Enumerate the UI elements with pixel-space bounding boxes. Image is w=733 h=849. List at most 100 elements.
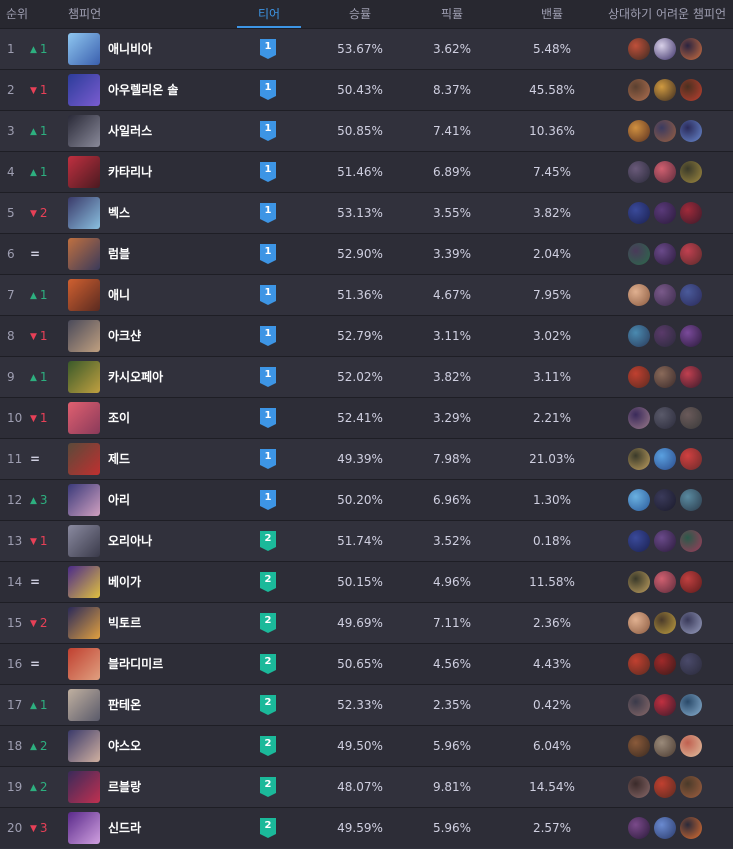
champion-portrait[interactable] xyxy=(68,402,100,434)
counter-champion-icon[interactable] xyxy=(680,571,702,593)
champion-name[interactable]: 빅토르 xyxy=(108,603,141,643)
counter-champion-icon[interactable] xyxy=(680,79,702,101)
champion-portrait[interactable] xyxy=(68,484,100,516)
header-champion[interactable]: 챔피언 xyxy=(68,0,101,28)
champion-portrait[interactable] xyxy=(68,566,100,598)
champion-portrait[interactable] xyxy=(68,648,100,680)
counter-champion-icon[interactable] xyxy=(628,366,650,388)
table-row[interactable]: 20 ▼ 3 신드라 2 49.59% 5.96% 2.57% xyxy=(0,807,733,848)
champion-name[interactable]: 아우렐리온 솔 xyxy=(108,70,178,110)
counter-champion-icon[interactable] xyxy=(680,366,702,388)
counter-champion-icon[interactable] xyxy=(680,243,702,265)
counter-champion-icon[interactable] xyxy=(628,243,650,265)
counter-champion-icon[interactable] xyxy=(680,407,702,429)
counter-champion-icon[interactable] xyxy=(680,325,702,347)
header-win-rate[interactable]: 승률 xyxy=(330,0,390,28)
champion-name[interactable]: 벡스 xyxy=(108,193,130,233)
champion-portrait[interactable] xyxy=(68,812,100,844)
champion-portrait[interactable] xyxy=(68,33,100,65)
champion-name[interactable]: 카시오페아 xyxy=(108,357,163,397)
counter-champion-icon[interactable] xyxy=(654,448,676,470)
counter-champion-icon[interactable] xyxy=(680,284,702,306)
counter-champion-icon[interactable] xyxy=(654,612,676,634)
counter-champion-icon[interactable] xyxy=(628,284,650,306)
table-row[interactable]: 6 = 럼블 1 52.90% 3.39% 2.04% xyxy=(0,233,733,274)
counter-champion-icon[interactable] xyxy=(654,530,676,552)
counter-champion-icon[interactable] xyxy=(628,530,650,552)
champion-name[interactable]: 판테온 xyxy=(108,685,141,725)
counter-champion-icon[interactable] xyxy=(628,448,650,470)
counter-champion-icon[interactable] xyxy=(628,817,650,839)
counter-champion-icon[interactable] xyxy=(654,120,676,142)
counter-champion-icon[interactable] xyxy=(628,161,650,183)
champion-name[interactable]: 아크샨 xyxy=(108,316,141,356)
counter-champion-icon[interactable] xyxy=(628,202,650,224)
table-row[interactable]: 9 ▲ 1 카시오페아 1 52.02% 3.82% 3.11% xyxy=(0,356,733,397)
counter-champion-icon[interactable] xyxy=(680,489,702,511)
counter-champion-icon[interactable] xyxy=(680,161,702,183)
champion-name[interactable]: 오리아나 xyxy=(108,521,152,561)
champion-portrait[interactable] xyxy=(68,361,100,393)
counter-champion-icon[interactable] xyxy=(628,38,650,60)
champion-name[interactable]: 조이 xyxy=(108,398,130,438)
champion-portrait[interactable] xyxy=(68,279,100,311)
champion-portrait[interactable] xyxy=(68,443,100,475)
table-row[interactable]: 15 ▼ 2 빅토르 2 49.69% 7.11% 2.36% xyxy=(0,602,733,643)
champion-portrait[interactable] xyxy=(68,525,100,557)
table-row[interactable]: 10 ▼ 1 조이 1 52.41% 3.29% 2.21% xyxy=(0,397,733,438)
counter-champion-icon[interactable] xyxy=(680,776,702,798)
table-row[interactable]: 3 ▲ 1 사일러스 1 50.85% 7.41% 10.36% xyxy=(0,110,733,151)
champion-portrait[interactable] xyxy=(68,238,100,270)
champion-name[interactable]: 아리 xyxy=(108,480,130,520)
champion-name[interactable]: 카타리나 xyxy=(108,152,152,192)
counter-champion-icon[interactable] xyxy=(628,776,650,798)
counter-champion-icon[interactable] xyxy=(654,202,676,224)
counter-champion-icon[interactable] xyxy=(654,284,676,306)
champion-portrait[interactable] xyxy=(68,197,100,229)
counter-champion-icon[interactable] xyxy=(680,694,702,716)
table-row[interactable]: 13 ▼ 1 오리아나 2 51.74% 3.52% 0.18% xyxy=(0,520,733,561)
counter-champion-icon[interactable] xyxy=(654,653,676,675)
header-tier[interactable]: 티어 xyxy=(237,0,301,28)
counter-champion-icon[interactable] xyxy=(628,79,650,101)
counter-champion-icon[interactable] xyxy=(628,325,650,347)
counter-champion-icon[interactable] xyxy=(654,776,676,798)
counter-champion-icon[interactable] xyxy=(628,612,650,634)
champion-portrait[interactable] xyxy=(68,607,100,639)
counter-champion-icon[interactable] xyxy=(654,325,676,347)
counter-champion-icon[interactable] xyxy=(654,694,676,716)
counter-champion-icon[interactable] xyxy=(654,735,676,757)
counter-champion-icon[interactable] xyxy=(628,735,650,757)
counter-champion-icon[interactable] xyxy=(628,653,650,675)
counter-champion-icon[interactable] xyxy=(680,735,702,757)
counter-champion-icon[interactable] xyxy=(680,448,702,470)
counter-champion-icon[interactable] xyxy=(654,366,676,388)
champion-portrait[interactable] xyxy=(68,771,100,803)
table-row[interactable]: 17 ▲ 1 판테온 2 52.33% 2.35% 0.42% xyxy=(0,684,733,725)
counter-champion-icon[interactable] xyxy=(628,571,650,593)
champion-name[interactable]: 신드라 xyxy=(108,808,141,848)
counter-champion-icon[interactable] xyxy=(654,38,676,60)
champion-portrait[interactable] xyxy=(68,115,100,147)
counter-champion-icon[interactable] xyxy=(680,202,702,224)
counter-champion-icon[interactable] xyxy=(654,79,676,101)
table-row[interactable]: 1 ▲ 1 애니비아 1 53.67% 3.62% 5.48% xyxy=(0,28,733,69)
table-row[interactable]: 11 = 제드 1 49.39% 7.98% 21.03% xyxy=(0,438,733,479)
counter-champion-icon[interactable] xyxy=(628,694,650,716)
table-row[interactable]: 7 ▲ 1 애니 1 51.36% 4.67% 7.95% xyxy=(0,274,733,315)
champion-portrait[interactable] xyxy=(68,730,100,762)
counter-champion-icon[interactable] xyxy=(654,817,676,839)
counter-champion-icon[interactable] xyxy=(680,817,702,839)
header-pick-rate[interactable]: 픽률 xyxy=(422,0,482,28)
champion-name[interactable]: 럼블 xyxy=(108,234,130,274)
table-row[interactable]: 12 ▲ 3 아리 1 50.20% 6.96% 1.30% xyxy=(0,479,733,520)
counter-champion-icon[interactable] xyxy=(680,120,702,142)
champion-name[interactable]: 르블랑 xyxy=(108,767,141,807)
counter-champion-icon[interactable] xyxy=(680,530,702,552)
champion-name[interactable]: 블라디미르 xyxy=(108,644,163,684)
header-ban-rate[interactable]: 밴률 xyxy=(522,0,582,28)
champion-name[interactable]: 애니 xyxy=(108,275,130,315)
counter-champion-icon[interactable] xyxy=(628,407,650,429)
champion-name[interactable]: 애니비아 xyxy=(108,29,152,69)
champion-portrait[interactable] xyxy=(68,156,100,188)
